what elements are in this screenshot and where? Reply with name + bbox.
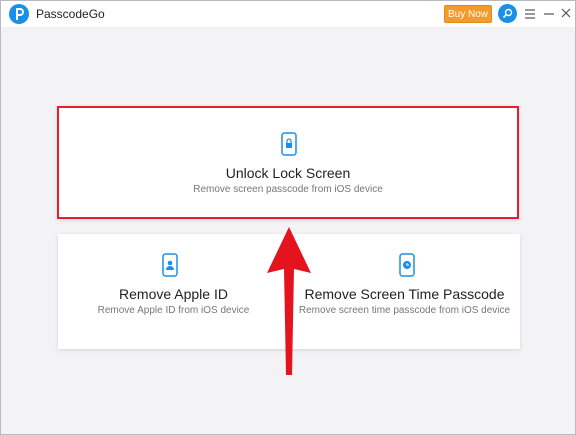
menu-icon[interactable] bbox=[523, 6, 537, 22]
close-icon[interactable] bbox=[560, 6, 572, 22]
app-title: PasscodeGo bbox=[36, 7, 105, 21]
phone-user-icon bbox=[162, 253, 178, 282]
card-title: Remove Screen Time Passcode bbox=[304, 286, 505, 302]
unlock-lock-screen-card[interactable]: Unlock Lock Screen Remove screen passcod… bbox=[57, 106, 519, 219]
card-title: Unlock Lock Screen bbox=[225, 165, 351, 181]
card-title: Remove Apple ID bbox=[119, 286, 228, 302]
card-subtitle: Remove screen passcode from iOS device bbox=[193, 184, 383, 195]
card-subtitle: Remove Apple ID from iOS device bbox=[97, 305, 250, 316]
red-arrow bbox=[263, 225, 315, 377]
logo-icon bbox=[9, 4, 29, 24]
title-bar: PasscodeGo Buy Now bbox=[1, 1, 575, 27]
search-icon[interactable] bbox=[498, 4, 517, 23]
remove-screen-time-option[interactable]: Remove Screen Time Passcode Remove scree… bbox=[289, 234, 520, 349]
buy-now-button[interactable]: Buy Now bbox=[444, 5, 492, 23]
minimize-icon[interactable] bbox=[543, 6, 555, 22]
remove-apple-id-option[interactable]: Remove Apple ID Remove Apple ID from iOS… bbox=[58, 234, 289, 349]
card-subtitle: Remove screen time passcode from iOS dev… bbox=[298, 305, 511, 316]
phone-clock-icon bbox=[399, 253, 415, 282]
phone-lock-icon bbox=[281, 132, 297, 161]
